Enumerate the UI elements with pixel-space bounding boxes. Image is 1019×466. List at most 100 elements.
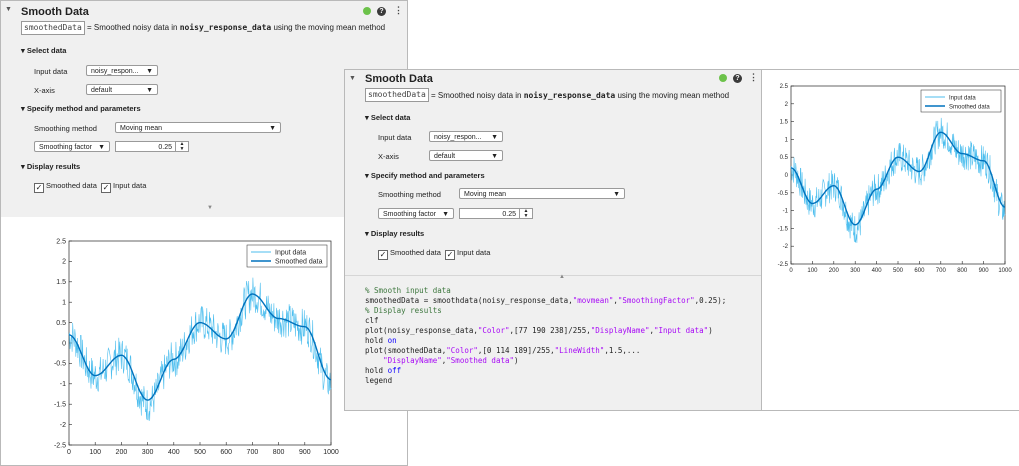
input-data-dropdown[interactable]: noisy_respon... ▼ <box>86 65 158 76</box>
section-display[interactable]: ▾ Display results <box>21 162 80 171</box>
more-options-icon[interactable]: ⋮ <box>394 5 403 16</box>
y-tick-label: -2.5 <box>778 262 789 268</box>
smoothing-param-dropdown[interactable]: Smoothing factor ▼ <box>34 141 110 152</box>
status-icon <box>719 74 727 82</box>
output-chart-left[interactable]: 0 100 200 300 400 500 600 700 800 900 1000 2.5 2 1.5 1… <box>41 233 341 459</box>
y-tick-label: -2 <box>783 244 789 250</box>
x-tick-label: 300 <box>850 268 861 274</box>
code-line: % Smooth input data <box>365 286 451 295</box>
x-tick-label: 0 <box>789 268 793 274</box>
help-icon[interactable]: ? <box>733 74 742 83</box>
y-tick-label: 1.5 <box>56 279 66 286</box>
y-tick-label: 2 <box>785 102 789 108</box>
y-tick-label: -2.5 <box>54 442 66 449</box>
checkmark-icon: ✓ <box>445 250 455 260</box>
task-title: Smooth Data <box>365 73 433 85</box>
legend-label: Input data <box>949 96 976 102</box>
output-variable-field[interactable]: smoothedData <box>21 21 85 35</box>
status-icon <box>363 7 371 15</box>
xaxis-label: X-axis <box>378 152 399 161</box>
y-tick-label: 2.5 <box>56 238 66 245</box>
section-method[interactable]: ▾ Specify method and parameters <box>365 171 485 180</box>
x-tick-label: 300 <box>142 449 154 456</box>
code-line: smoothedData = smoothdata(noisy_response… <box>365 296 727 305</box>
x-tick-label: 500 <box>194 449 206 456</box>
live-task-panel-right: ▼ Smooth Data ? ⋮ smoothedData = Smoothe… <box>344 69 1019 411</box>
input-data-checkbox[interactable]: ✓ Input data <box>445 248 490 260</box>
y-tick-label: 0 <box>785 173 789 179</box>
y-tick-label: -0.5 <box>54 361 66 368</box>
x-tick-label: 200 <box>829 268 840 274</box>
smoothed-data-checkbox[interactable]: ✓ Smoothed data <box>34 181 97 193</box>
x-tick-label: 400 <box>872 268 883 274</box>
legend-label: Smoothed data <box>949 105 990 111</box>
section-select-data[interactable]: ▾ Select data <box>365 113 410 122</box>
task-summary: = Smoothed noisy data in noisy_response_… <box>87 23 386 32</box>
code-line: legend <box>365 376 393 385</box>
collapse-controls-icon[interactable]: ▼ <box>207 205 213 211</box>
code-line: plot(smoothedData,"Color",[0 114 189]/25… <box>365 346 641 355</box>
plot-area <box>68 240 332 446</box>
input-data-checkbox[interactable]: ✓ Input data <box>101 181 146 193</box>
spinner-arrows-icon[interactable]: ▲ ▼ <box>519 209 532 218</box>
checkmark-icon: ✓ <box>378 250 388 260</box>
section-method[interactable]: ▾ Specify method and parameters <box>21 104 141 113</box>
expand-code-icon[interactable]: ▲ <box>559 274 565 280</box>
output-divider <box>761 70 762 410</box>
checkmark-icon: ✓ <box>34 183 44 193</box>
y-tick-label: -2 <box>60 422 66 429</box>
smoothing-factor-spinner[interactable]: 0.25 ▲ ▼ <box>115 141 189 152</box>
generated-code[interactable]: % Smooth input data smoothedData = smooth… <box>365 286 726 386</box>
y-tick-label: 0 <box>62 340 66 347</box>
output-variable-field[interactable]: smoothedData <box>365 88 429 102</box>
y-tick-label: -1 <box>60 381 66 388</box>
x-tick-label: 600 <box>220 449 232 456</box>
code-line: hold on <box>365 336 397 345</box>
xaxis-dropdown[interactable]: default ▼ <box>86 84 158 95</box>
section-select-data[interactable]: ▾ Select data <box>21 46 66 55</box>
y-tick-label: 0.5 <box>56 320 66 327</box>
spinner-arrows-icon[interactable]: ▲ ▼ <box>175 142 188 151</box>
smoothed-data-checkbox[interactable]: ✓ Smoothed data <box>378 248 441 260</box>
collapse-task-icon[interactable]: ▼ <box>349 75 356 82</box>
x-tick-label: 900 <box>979 268 990 274</box>
input-data-label: Input data <box>378 133 412 142</box>
x-tick-label: 900 <box>299 449 311 456</box>
input-data-dropdown[interactable]: noisy_respon... ▼ <box>429 131 503 142</box>
smoothing-method-label: Smoothing method <box>34 124 97 133</box>
smoothing-factor-spinner[interactable]: 0.25 ▲ ▼ <box>459 208 533 219</box>
more-options-icon[interactable]: ⋮ <box>749 72 758 83</box>
code-divider <box>345 275 761 276</box>
code-line: plot(noisy_response_data,"Color",[77 190… <box>365 326 713 335</box>
code-line: % Display results <box>365 306 442 315</box>
x-tick-label: 200 <box>116 449 128 456</box>
output-chart-right[interactable]: 0 100 200 300 400 500 600 700 800 900 1000 2.5 2 1.5 1… <box>765 78 1015 284</box>
plot-area <box>790 85 1006 265</box>
legend-label: Smoothed data <box>275 259 323 266</box>
input-data-label: Input data <box>34 67 68 76</box>
code-line: "DisplayName","Smoothed data") <box>383 356 519 365</box>
y-tick-label: 1 <box>62 300 66 307</box>
legend-label: Input data <box>275 250 306 257</box>
x-tick-label: 400 <box>168 449 180 456</box>
y-tick-label: 1.5 <box>780 120 789 126</box>
collapse-task-icon[interactable]: ▼ <box>5 6 12 13</box>
smoothing-param-dropdown[interactable]: Smoothing factor ▼ <box>378 208 454 219</box>
code-line: clf <box>365 316 379 325</box>
y-tick-label: -0.5 <box>778 191 789 197</box>
task-summary: = Smoothed noisy data in noisy_response_… <box>431 91 730 100</box>
x-tick-label: 100 <box>89 449 101 456</box>
smoothing-method-dropdown[interactable]: Moving mean ▼ <box>459 188 625 199</box>
task-title: Smooth Data <box>21 6 89 18</box>
x-tick-label: 600 <box>914 268 925 274</box>
section-display[interactable]: ▾ Display results <box>365 229 424 238</box>
help-icon[interactable]: ? <box>377 7 386 16</box>
y-tick-label: 2 <box>62 259 66 266</box>
x-tick-label: 1000 <box>998 268 1012 274</box>
smoothing-method-dropdown[interactable]: Moving mean ▼ <box>115 122 281 133</box>
xaxis-dropdown[interactable]: default ▼ <box>429 150 503 161</box>
xaxis-label: X-axis <box>34 86 55 95</box>
y-tick-label: -1.5 <box>54 402 66 409</box>
code-line: hold off <box>365 366 402 375</box>
y-tick-label: -1.5 <box>778 226 789 232</box>
